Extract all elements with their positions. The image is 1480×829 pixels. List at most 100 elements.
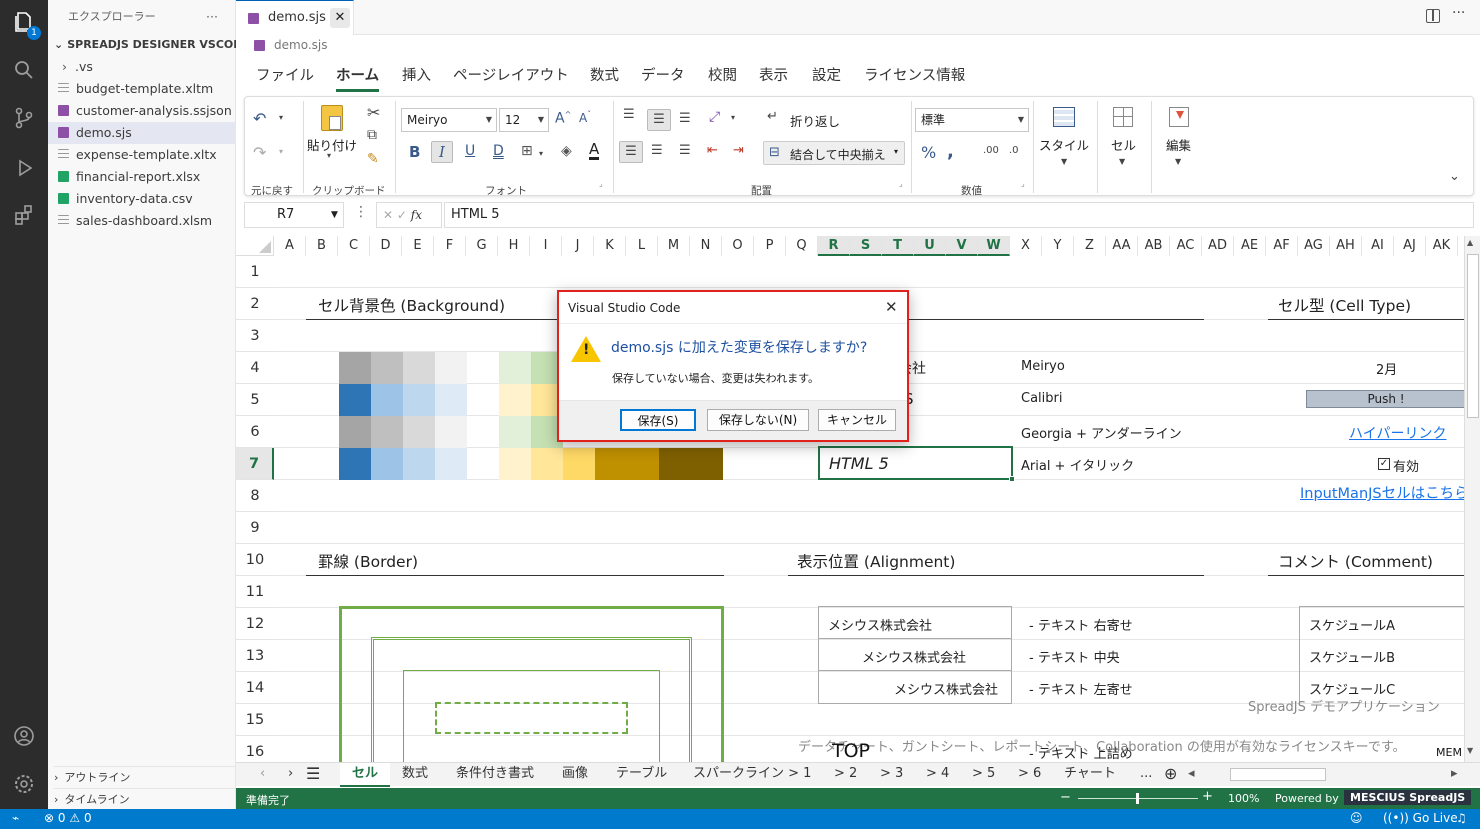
column-header[interactable]: F [434,236,466,256]
column-header[interactable]: O [722,236,754,256]
column-header[interactable]: P [754,236,786,256]
hscroll-left-icon[interactable]: ◂ [1188,763,1195,787]
sheet-tab[interactable]: > 3 [880,763,903,787]
extensions-icon[interactable] [0,195,48,235]
ribbon-tab-data[interactable]: データ [641,66,685,92]
sheet-tab[interactable]: テーブル [616,763,667,787]
font-name-select[interactable]: Meiryo ▼ [401,108,497,132]
row-header[interactable]: 9 [236,512,274,544]
workspace-root[interactable]: ⌄SPREADJS DESIGNER VSCODE... [54,34,242,56]
sheet-tab[interactable]: > 2 [834,763,857,787]
problems-indicator[interactable]: ⊗ 0 ⚠ 0 [44,811,92,825]
ribbon-tab-home[interactable]: ホーム [336,66,380,92]
column-header[interactable]: N [690,236,722,256]
redo-icon[interactable]: ↷ [253,143,266,162]
font-size-select[interactable]: 12 ▼ [499,108,549,132]
sheet-tab[interactable]: チャート [1064,763,1116,787]
italic-icon[interactable]: I [431,141,453,163]
increase-decimal-icon[interactable]: .00 [983,145,999,156]
format-painter-icon[interactable]: ✎ [367,151,379,167]
column-header[interactable]: K [594,236,626,256]
row-header[interactable]: 16 [236,736,274,762]
copy-icon[interactable]: ⧉ [367,127,377,143]
number-dialog-launcher-icon[interactable]: ⌟ [1021,179,1025,188]
column-header[interactable]: G [466,236,498,256]
ribbon-tab-settings[interactable]: 設定 [812,66,841,92]
dialog-close-icon[interactable]: ✕ [885,298,898,316]
row-header[interactable]: 6 [236,416,274,448]
increase-font-icon[interactable]: A^ [555,110,571,127]
column-header[interactable]: AC [1170,236,1202,256]
column-header[interactable]: H [498,236,530,256]
formula-input[interactable]: HTML 5 [444,202,1474,228]
sheet-nav-prev-icon[interactable]: ‹ [260,763,265,787]
style-button[interactable]: スタイル [1039,135,1089,154]
row-header[interactable]: 8 [236,480,274,512]
formula-more-icon[interactable]: ⋮ [354,204,368,220]
paste-icon[interactable] [321,105,343,131]
ribbon-tab-license[interactable]: ライセンス情報 [864,66,965,92]
confirm-formula-icon[interactable]: ✓ [397,208,407,222]
column-header[interactable]: C [338,236,370,256]
vertical-scrollbar[interactable]: ▲ ▼ [1464,236,1480,762]
align-middle-icon[interactable]: ☰ [647,109,671,131]
column-header[interactable]: AE [1234,236,1266,256]
row-header[interactable]: 10 [236,544,274,576]
style-icon[interactable] [1053,107,1075,127]
tree-item-budget-template[interactable]: budget-template.xltm [58,78,246,100]
sheet-list-icon[interactable]: ☰ [306,763,320,787]
comma-icon[interactable]: , [947,141,954,162]
column-header[interactable]: L [626,236,658,256]
ribbon-tab-page-layout[interactable]: ページレイアウト [453,66,569,92]
sheet-tab[interactable]: > 6 [1018,763,1041,787]
paste-button[interactable]: 貼り付け [307,135,357,154]
name-box[interactable]: R7 ▼ [244,202,344,228]
close-tab-icon[interactable]: ✕ [330,8,350,28]
column-header[interactable]: AD [1202,236,1234,256]
tree-item-expense-template[interactable]: expense-template.xltx [58,144,246,166]
scroll-up-icon[interactable]: ▲ [1467,238,1473,247]
sheet-nav-next-icon[interactable]: › [288,763,293,787]
column-header[interactable]: AJ [1394,236,1426,256]
double-underline-icon[interactable]: D [493,143,504,159]
tree-item-sales-dashboard[interactable]: sales-dashboard.xlsm [58,210,246,232]
ribbon-tab-view[interactable]: 表示 [759,66,788,92]
scroll-down-icon[interactable]: ▼ [1467,746,1473,755]
scroll-thumb[interactable] [1467,254,1479,418]
row-header[interactable]: 12 [236,608,274,640]
active-cell-r7[interactable]: HTML 5 [818,446,1015,482]
golive-button[interactable]: ((•)) Go Live [1383,811,1458,825]
cell-month[interactable]: 2月 [1376,359,1397,378]
percent-icon[interactable]: % [921,143,936,162]
wrap-text-button[interactable]: 折り返し [790,111,840,130]
row-header[interactable]: 4 [236,352,274,384]
tree-item-demo-sjs[interactable]: demo.sjs [48,122,236,144]
dont-save-button[interactable]: 保存しない(N) [707,409,809,431]
checkbox-cell[interactable]: ✓ [1378,458,1390,470]
explorer-icon[interactable]: 1 [0,2,48,42]
row-header[interactable]: 1 [236,256,274,288]
timeline-section[interactable]: › タイムライン [54,788,242,810]
zoom-level[interactable]: 100% [1228,792,1259,805]
push-button-cell[interactable]: Push ! [1306,390,1464,408]
tree-item-inventory-data[interactable]: inventory-data.csv [58,188,246,210]
sheet-tab[interactable]: > 5 [972,763,995,787]
column-header[interactable]: V [946,236,978,256]
ribbon-tab-file[interactable]: ファイル [256,66,314,92]
edit-dropdown-icon[interactable]: ▼ [1175,157,1181,166]
column-header[interactable]: D [370,236,402,256]
column-header[interactable]: Y [1042,236,1074,256]
breadcrumb-file[interactable]: demo.sjs [274,38,327,52]
select-all-corner[interactable] [236,236,274,256]
edit-button[interactable]: 編集 [1166,135,1191,154]
ribbon-tab-insert[interactable]: 挿入 [402,66,431,92]
cell-dropdown-icon[interactable]: ▼ [1119,157,1125,166]
run-debug-icon[interactable] [0,148,48,188]
add-sheet-icon[interactable]: ⊕ [1164,763,1177,787]
sheet-tabs-more[interactable]: ... [1140,763,1152,787]
align-bottom-icon[interactable]: ☰ [679,111,691,126]
zoom-slider[interactable] [1078,793,1198,804]
copilot-icon[interactable]: ☺ [1350,811,1363,825]
column-header[interactable]: I [530,236,562,256]
cell-icon[interactable] [1113,107,1133,127]
